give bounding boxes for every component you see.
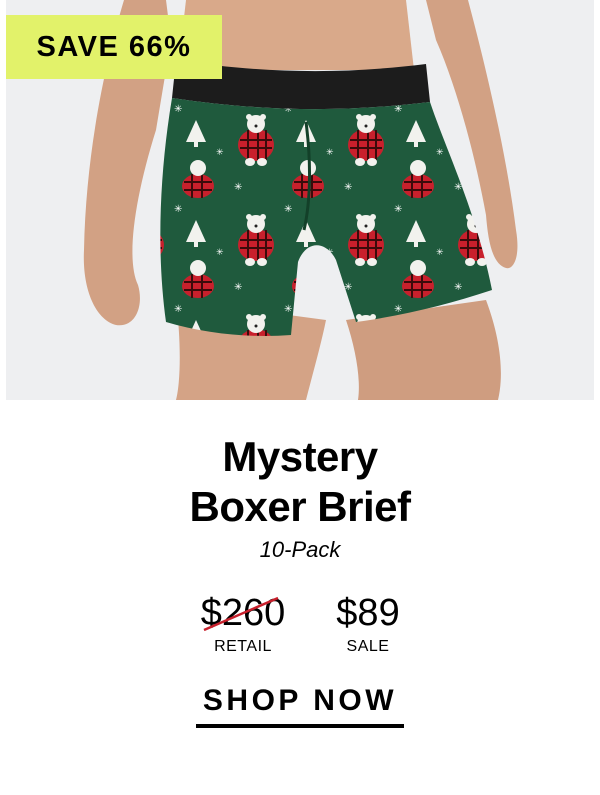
- retail-price-block: $260 RETAIL: [188, 590, 298, 656]
- sale-price-block: $89 SALE: [316, 590, 420, 656]
- sale-price: $89: [336, 592, 400, 634]
- save-badge: SAVE 66%: [6, 15, 222, 79]
- retail-price: $260: [200, 592, 286, 634]
- retail-label: RETAIL: [214, 638, 272, 655]
- sale-label: SALE: [346, 638, 390, 655]
- product-title: Mystery Boxer Brief: [0, 432, 600, 532]
- shop-now-button[interactable]: SHOP NOW: [196, 684, 404, 728]
- product-title-line2: Boxer Brief: [189, 483, 411, 530]
- product-title-line1: Mystery: [222, 433, 378, 480]
- pack-size: 10-Pack: [259, 537, 341, 562]
